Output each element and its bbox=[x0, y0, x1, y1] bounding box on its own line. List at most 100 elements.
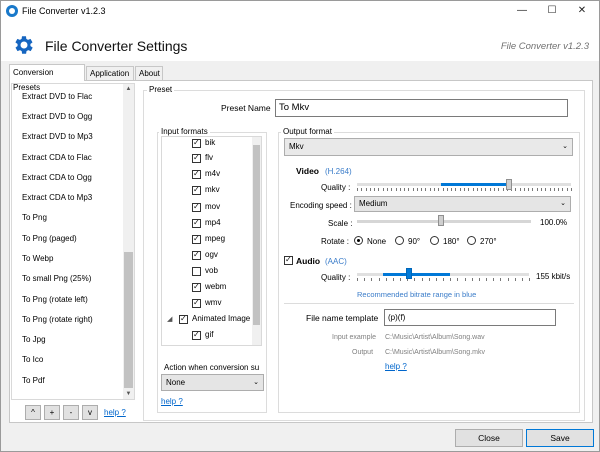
save-button[interactable]: Save bbox=[526, 429, 594, 447]
close-window-button[interactable]: ✕ bbox=[567, 1, 597, 21]
preset-name-label: Preset Name bbox=[221, 103, 271, 113]
tick-mark bbox=[520, 188, 521, 191]
scrollbar-thumb[interactable] bbox=[253, 145, 260, 325]
tick-mark bbox=[357, 278, 358, 281]
audio-checkbox[interactable] bbox=[284, 255, 293, 265]
tick-mark bbox=[429, 278, 430, 281]
format-checkbox[interactable] bbox=[192, 202, 201, 212]
group-checkbox[interactable] bbox=[179, 314, 188, 324]
input-formats-list: bik flv m4v mkv mov mp4 mpeg ogv vob web… bbox=[161, 136, 262, 346]
tick-mark bbox=[413, 188, 414, 191]
rotate-180-radio[interactable] bbox=[430, 236, 439, 245]
list-item[interactable]: To Png (paged) bbox=[22, 234, 77, 243]
list-item[interactable]: To Png (rotate right) bbox=[22, 315, 93, 324]
maximize-button[interactable]: ☐ bbox=[537, 1, 567, 21]
tick-mark bbox=[436, 278, 437, 281]
scroll-up-icon[interactable]: ▲ bbox=[123, 86, 134, 92]
list-item[interactable]: To Png (rotate left) bbox=[22, 295, 88, 304]
audio-quality-ticks bbox=[357, 278, 530, 282]
output-format-select[interactable]: Mkv ⌄ bbox=[284, 138, 573, 156]
tick-mark bbox=[371, 278, 372, 281]
list-item[interactable]: Extract CDA to Flac bbox=[22, 153, 92, 162]
audio-quality-label: Quality : bbox=[321, 273, 351, 282]
minimize-button[interactable]: — bbox=[507, 1, 537, 21]
list-item[interactable]: To Png bbox=[22, 213, 47, 222]
tick-mark bbox=[490, 188, 491, 191]
tick-mark bbox=[408, 188, 409, 191]
video-codec: (H.264) bbox=[325, 167, 352, 176]
rotate-option-label: 90° bbox=[408, 237, 421, 246]
format-checkbox[interactable] bbox=[192, 330, 201, 340]
tick-mark bbox=[529, 278, 530, 281]
format-checkbox[interactable] bbox=[192, 250, 201, 260]
scale-track[interactable] bbox=[357, 220, 531, 223]
output-help-link[interactable]: help ? bbox=[385, 362, 407, 371]
tick-mark bbox=[366, 188, 367, 191]
list-item[interactable]: Extract CDA to Ogg bbox=[22, 173, 92, 182]
rotate-90-radio[interactable] bbox=[395, 236, 404, 245]
preset-name-input[interactable]: To Mkv bbox=[275, 99, 568, 117]
scroll-down-icon[interactable]: ▼ bbox=[123, 391, 134, 397]
list-item[interactable]: To small Png (25%) bbox=[22, 274, 91, 283]
format-checkbox[interactable] bbox=[192, 169, 201, 179]
format-checkbox[interactable] bbox=[192, 282, 201, 292]
format-label: flv bbox=[205, 153, 213, 162]
add-preset-button[interactable]: + bbox=[44, 405, 60, 420]
preset-list-scrollbar[interactable]: ▲ ▼ bbox=[123, 84, 134, 399]
list-item[interactable]: To Webp bbox=[22, 254, 53, 263]
presets-help-link[interactable]: help ? bbox=[104, 408, 126, 417]
list-item[interactable]: To Pdf bbox=[22, 376, 45, 385]
format-checkbox[interactable] bbox=[192, 153, 201, 163]
audio-quality-value: 155 kbit/s bbox=[536, 272, 571, 281]
tick-mark bbox=[567, 188, 568, 191]
format-checkbox[interactable] bbox=[192, 185, 201, 195]
list-item[interactable]: Extract DVD to Ogg bbox=[22, 112, 92, 121]
remove-preset-button[interactable]: - bbox=[63, 405, 79, 420]
format-checkbox[interactable] bbox=[192, 234, 201, 244]
scale-label: Scale : bbox=[328, 219, 353, 228]
expander-icon[interactable]: ◢ bbox=[167, 315, 172, 323]
audio-quality-thumb[interactable] bbox=[405, 268, 412, 279]
group-label: Animated Image bbox=[192, 314, 251, 323]
list-item[interactable]: Extract DVD to Mp3 bbox=[22, 132, 93, 141]
rotate-option-label: None bbox=[367, 237, 387, 246]
chevron-down-icon: ⌄ bbox=[562, 143, 568, 150]
video-label: Video bbox=[296, 166, 319, 176]
tick-mark bbox=[503, 188, 504, 191]
rotate-none-radio[interactable] bbox=[354, 236, 363, 245]
close-button[interactable]: Close bbox=[455, 429, 523, 447]
tick-mark bbox=[562, 188, 563, 191]
tick-mark bbox=[522, 278, 523, 281]
tick-mark bbox=[486, 278, 487, 281]
preset-list: Extract DVD to Flac Extract DVD to Ogg E… bbox=[11, 83, 135, 400]
scrollbar-thumb[interactable] bbox=[124, 252, 133, 388]
video-quality-thumb[interactable] bbox=[505, 179, 512, 190]
move-up-button[interactable]: ^ bbox=[25, 405, 41, 420]
format-checkbox[interactable] bbox=[192, 218, 201, 228]
tick-mark bbox=[386, 278, 387, 281]
rotate-option-label: 180° bbox=[443, 237, 460, 246]
encoding-speed-select[interactable]: Medium ⌄ bbox=[354, 196, 571, 212]
list-item[interactable]: To Jpg bbox=[22, 335, 46, 344]
scale-value: 100.0% bbox=[540, 218, 568, 227]
tick-mark bbox=[498, 188, 499, 191]
tick-mark bbox=[393, 278, 394, 281]
formats-help-link[interactable]: help ? bbox=[161, 397, 183, 406]
move-down-button[interactable]: v bbox=[82, 405, 98, 420]
tab-conversion-presets[interactable]: Conversion Presets bbox=[9, 64, 85, 92]
action-select[interactable]: None ⌄ bbox=[161, 374, 264, 391]
rotate-270-radio[interactable] bbox=[467, 236, 476, 245]
tick-mark bbox=[450, 278, 451, 281]
list-item[interactable]: Extract CDA to Mp3 bbox=[22, 193, 92, 202]
tab-about[interactable]: About bbox=[135, 66, 163, 80]
format-checkbox[interactable] bbox=[192, 267, 201, 276]
tab-application[interactable]: Application bbox=[86, 66, 134, 80]
template-label: File name template bbox=[306, 313, 379, 323]
template-input[interactable]: (p)(f) bbox=[384, 309, 556, 326]
video-quality-recommended bbox=[441, 183, 511, 186]
formats-scrollbar[interactable] bbox=[252, 137, 261, 345]
scale-thumb[interactable] bbox=[437, 215, 444, 226]
format-checkbox[interactable] bbox=[192, 138, 201, 148]
list-item[interactable]: To Ico bbox=[22, 355, 43, 364]
format-checkbox[interactable] bbox=[192, 298, 201, 308]
